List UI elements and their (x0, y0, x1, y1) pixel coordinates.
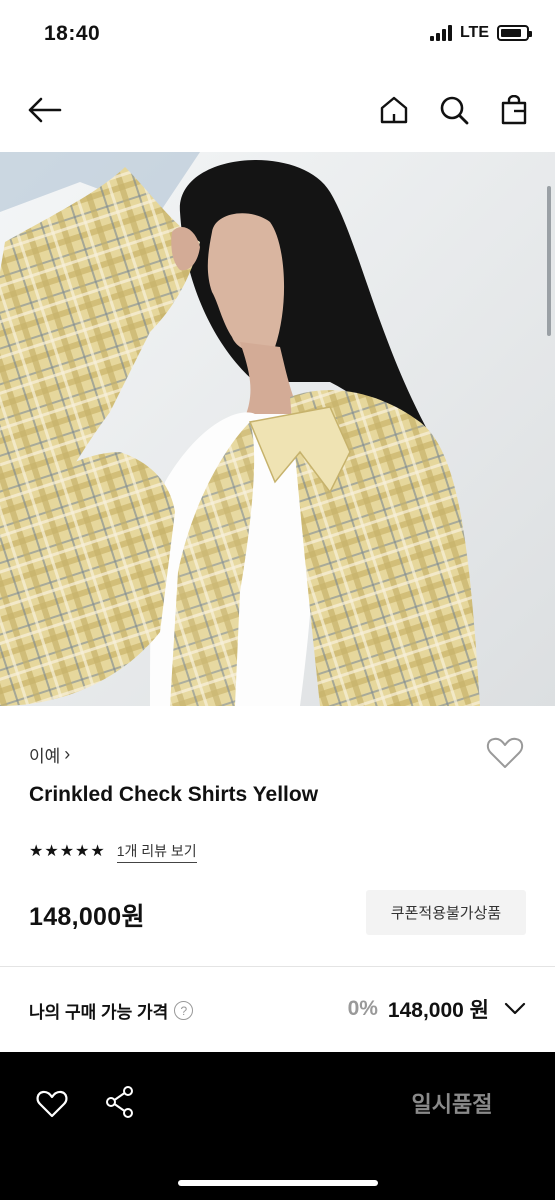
soldout-button[interactable]: 일시품절 (392, 1086, 512, 1120)
bottom-wish-button[interactable] (30, 1082, 74, 1126)
star-icon: ★ (29, 843, 44, 860)
search-icon (440, 96, 469, 125)
bottom-action-bar: 일시품절 (0, 1052, 555, 1200)
network-type: LTE (459, 24, 489, 41)
share-icon (106, 1086, 133, 1118)
brand-link[interactable]: 이예 › (29, 742, 70, 767)
rating-row: ★ ★ ★ ★ ★ 1개 리뷰 보기 (29, 841, 197, 863)
product-photo (0, 152, 555, 706)
my-price-discount: 0% (347, 997, 378, 1020)
top-nav (0, 80, 555, 140)
product-price: 148,000원 (29, 903, 145, 931)
my-price-toggle[interactable]: 0% 148,000 원 (348, 994, 527, 1024)
status-bar: 18:40 LTE (0, 0, 555, 70)
coupon-button[interactable]: 쿠폰적용불가상품 (366, 890, 526, 935)
star-icon: ★ (90, 843, 105, 860)
my-price-label-row: 나의 구매 가능 가격 ? (29, 998, 194, 1023)
arrow-left-icon (28, 97, 62, 123)
chevron-down-icon (504, 1002, 526, 1015)
heart-outline-icon (486, 737, 524, 768)
my-price-value: 148,000 원 (387, 999, 489, 1022)
battery-level (501, 29, 522, 37)
chevron-right-icon: › (64, 744, 71, 764)
brand-name: 이예 (29, 747, 61, 766)
cart-button[interactable] (494, 90, 534, 130)
share-button[interactable] (98, 1080, 142, 1124)
star-icon: ★ (59, 843, 75, 860)
battery-icon (497, 25, 532, 41)
home-button[interactable] (374, 90, 414, 130)
my-price-label: 나의 구매 가능 가격 (29, 1003, 169, 1022)
image-scroll-indicator (547, 186, 551, 336)
status-indicators: LTE (429, 24, 532, 42)
search-button[interactable] (434, 90, 474, 130)
review-link[interactable]: 1개 리뷰 보기 (116, 841, 197, 863)
home-icon (380, 96, 408, 124)
help-icon[interactable]: ? (174, 1001, 194, 1020)
signal-icon (429, 25, 452, 41)
section-divider (0, 966, 555, 967)
product-image[interactable] (0, 152, 555, 706)
star-icon: ★ (44, 843, 59, 860)
back-button[interactable] (24, 90, 64, 130)
home-indicator (178, 1180, 378, 1186)
heart-outline-icon (36, 1090, 68, 1118)
product-title: Crinkled Check Shirts Yellow (29, 783, 319, 806)
wishlist-button[interactable] (486, 736, 526, 772)
rating-stars: ★ ★ ★ ★ ★ (29, 844, 105, 860)
star-icon: ★ (75, 843, 90, 860)
shopping-bag-icon (501, 95, 527, 125)
status-time: 18:40 (44, 22, 101, 45)
